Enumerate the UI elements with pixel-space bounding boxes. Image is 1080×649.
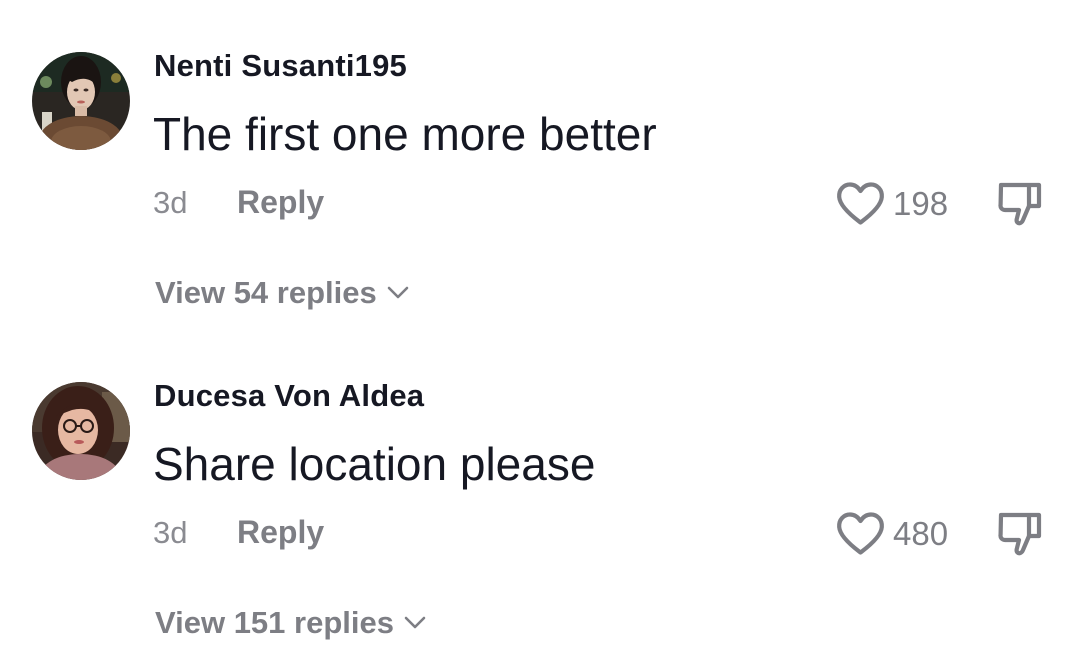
username[interactable]: Nenti Susanti195 — [154, 48, 407, 84]
thumbs-down-icon[interactable] — [997, 510, 1043, 558]
like-count: 198 — [893, 185, 949, 222]
chevron-down-icon — [387, 286, 409, 299]
view-replies-label: View 54 replies — [155, 275, 377, 310]
comment-text: The first one more better — [153, 108, 657, 160]
view-replies-button[interactable]: View 54 replies — [155, 275, 409, 311]
reply-button[interactable]: Reply — [237, 514, 324, 551]
avatar[interactable] — [32, 52, 130, 150]
view-replies-button[interactable]: View 151 replies — [155, 605, 426, 641]
like-count: 480 — [893, 515, 949, 552]
heart-icon[interactable] — [836, 511, 885, 556]
username[interactable]: Ducesa Von Aldea — [154, 378, 424, 414]
comment-timestamp: 3d — [153, 185, 188, 220]
heart-icon[interactable] — [836, 181, 885, 226]
thumbs-down-icon[interactable] — [997, 180, 1043, 228]
chevron-down-icon — [404, 616, 426, 629]
avatar-photo-icon — [32, 52, 130, 150]
avatar-photo-icon — [32, 382, 130, 480]
comment-timestamp: 3d — [153, 515, 188, 550]
comment-text: Share location please — [153, 438, 596, 490]
avatar[interactable] — [32, 382, 130, 480]
view-replies-label: View 151 replies — [155, 605, 394, 640]
reply-button[interactable]: Reply — [237, 184, 324, 221]
